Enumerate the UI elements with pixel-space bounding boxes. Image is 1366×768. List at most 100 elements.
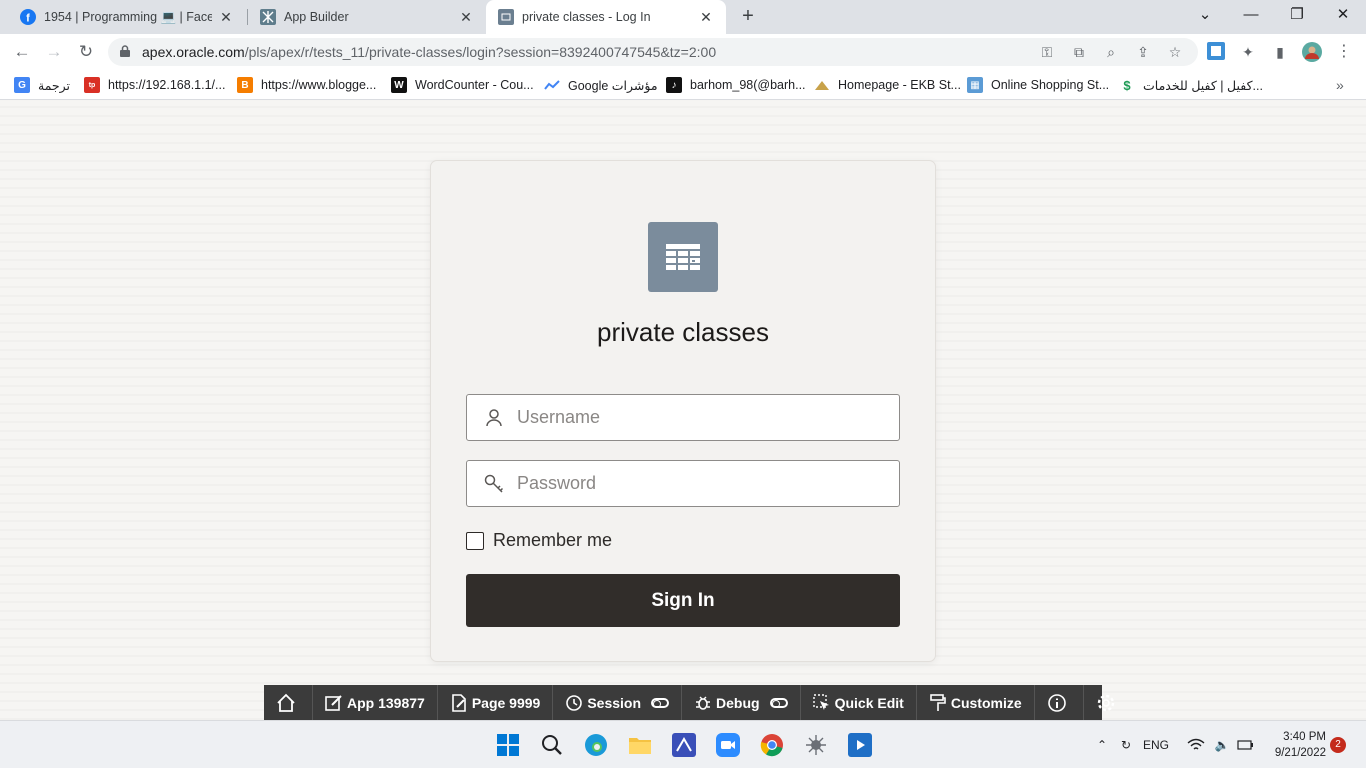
key-icon xyxy=(484,474,504,493)
blogger-icon: B xyxy=(237,77,253,93)
language-indicator[interactable]: ENG xyxy=(1140,735,1172,755)
sign-in-button[interactable]: Sign In xyxy=(466,574,900,627)
key-icon[interactable]: ⚿ xyxy=(1038,43,1056,61)
url-path: /pls/apex/r/tests_11/private-classes/log… xyxy=(244,44,717,60)
snipping-tool-icon[interactable] xyxy=(802,731,830,759)
new-tab-plus-icon[interactable]: + xyxy=(736,4,760,28)
quick-edit-cursor-icon xyxy=(812,693,829,710)
session-icon xyxy=(566,694,583,711)
info-button[interactable] xyxy=(1035,685,1084,720)
tab-title: 1954 | Programming 💻 | Facebook xyxy=(44,9,212,24)
bookmark-ekb[interactable]: Homepage - EKB St... xyxy=(814,76,961,94)
bookmark-router[interactable]: tp https://192.168.1.1/... xyxy=(84,76,225,94)
close-tab-icon[interactable]: ✕ xyxy=(458,9,474,26)
zoom-icon[interactable]: ⌕ xyxy=(1102,43,1120,61)
bookmark-label: Google مؤشرات xyxy=(568,78,658,93)
back-arrow-icon[interactable]: ← xyxy=(10,40,34,64)
browser-tab-strip: f 1954 | Programming 💻 | Facebook ✕ App … xyxy=(0,0,1366,34)
bookmark-label: Homepage - EKB St... xyxy=(838,78,961,92)
bookmark-label: Online Shopping St... xyxy=(991,78,1110,92)
share-icon[interactable]: ⇪ xyxy=(1134,43,1152,61)
bookmark-label: ترجمة xyxy=(38,78,71,93)
bookmark-label: كفيل | كفيل للخدمات... xyxy=(1143,78,1263,93)
bookmark-translate[interactable]: G ترجمة xyxy=(14,76,70,94)
bookmark-tiktok[interactable]: ♪ barhom_98(@barh... xyxy=(666,76,806,94)
tray-overflow-chevron-icon[interactable]: ⌃ xyxy=(1094,735,1110,755)
tab-facebook[interactable]: f 1954 | Programming 💻 | Facebook ✕ xyxy=(8,0,246,34)
user-icon xyxy=(486,409,502,427)
page-button[interactable]: Page 9999 xyxy=(438,685,554,720)
username-field[interactable] xyxy=(466,394,900,441)
app-button[interactable]: App 139877 xyxy=(313,685,438,720)
remember-me[interactable]: Remember me xyxy=(466,530,612,551)
session-toggle[interactable] xyxy=(651,697,670,708)
tab-title: private classes - Log In xyxy=(522,10,651,24)
search-icon[interactable] xyxy=(538,731,566,759)
url-host: apex.oracle.com xyxy=(142,44,245,60)
extensions-puzzle-icon[interactable]: ✦ xyxy=(1238,42,1258,62)
profile-avatar[interactable] xyxy=(1302,42,1322,62)
close-tab-icon[interactable]: ✕ xyxy=(698,9,714,26)
open-external-icon[interactable]: ⧉ xyxy=(1070,43,1088,61)
media-player-icon[interactable] xyxy=(846,731,874,759)
settings-button[interactable] xyxy=(1084,685,1132,720)
more-menu-icon[interactable]: ⋮ xyxy=(1334,42,1354,62)
tab-private-classes[interactable]: private classes - Log In ✕ xyxy=(486,0,726,34)
volume-icon[interactable]: 🔈 xyxy=(1212,735,1232,755)
tab-app-builder[interactable]: App Builder ✕ xyxy=(248,0,486,34)
reload-icon[interactable]: ↻ xyxy=(74,40,98,64)
facebook-icon: f xyxy=(20,9,36,25)
battery-icon[interactable] xyxy=(1236,735,1256,755)
session-button[interactable]: Session xyxy=(553,685,683,720)
home-button[interactable] xyxy=(264,685,313,720)
visual-studio-app-icon[interactable] xyxy=(670,731,698,759)
debug-toggle[interactable] xyxy=(769,697,788,708)
bookmark-google-trends[interactable]: Google مؤشرات xyxy=(544,76,658,94)
customize-button[interactable]: Customize xyxy=(917,685,1035,720)
app-calendar-icon xyxy=(648,222,718,292)
quick-edit-button[interactable]: Quick Edit xyxy=(801,685,917,720)
system-clock[interactable]: 3:40 PM 9/21/2022 xyxy=(1268,729,1326,761)
gear-icon xyxy=(1097,694,1114,711)
apex-page-icon xyxy=(498,9,514,25)
quick-edit-label: Quick Edit xyxy=(834,694,904,711)
login-card: private classes Remember me Sign In xyxy=(430,160,936,662)
app-title: private classes xyxy=(597,317,769,347)
forward-arrow-icon[interactable]: → xyxy=(42,40,66,64)
clock-time: 3:40 PM xyxy=(1283,731,1326,743)
minimize-icon[interactable]: — xyxy=(1228,0,1274,30)
password-input[interactable] xyxy=(517,461,887,506)
close-window-icon[interactable]: ✕ xyxy=(1320,0,1366,30)
username-input[interactable] xyxy=(517,395,887,440)
shopping-icon: ▦ xyxy=(967,77,983,93)
debug-label: Debug xyxy=(716,694,760,711)
password-field[interactable] xyxy=(466,460,900,507)
restore-icon[interactable]: ❐ xyxy=(1274,0,1320,30)
tab-search-chevron-icon[interactable]: ⌄ xyxy=(1182,0,1228,30)
bookmark-blogger[interactable]: B https://www.blogge... xyxy=(237,76,376,94)
bookmark-wordcounter[interactable]: W WordCounter - Cou... xyxy=(391,76,534,94)
extension-blue-icon[interactable] xyxy=(1206,42,1226,62)
chrome-browser-icon[interactable] xyxy=(758,731,786,759)
file-explorer-icon[interactable] xyxy=(626,731,654,759)
bookmark-shopping[interactable]: ▦ Online Shopping St... xyxy=(967,76,1109,94)
session-label: Session xyxy=(587,694,642,711)
wifi-icon[interactable] xyxy=(1186,735,1206,755)
remember-me-checkbox[interactable] xyxy=(466,531,484,550)
browser-toolbar: ← → ↻ apex.oracle.com/pls/apex/r/tests_1… xyxy=(0,34,1366,70)
lock-icon xyxy=(120,45,130,57)
bookmark-kafeel[interactable]: $ كفيل | كفيل للخدمات... xyxy=(1119,76,1263,94)
close-tab-icon[interactable]: ✕ xyxy=(218,9,234,26)
bookmark-star-icon[interactable]: ☆ xyxy=(1166,43,1184,61)
notification-badge[interactable]: 2 xyxy=(1330,737,1346,753)
remember-me-label: Remember me xyxy=(493,530,613,550)
edge-browser-icon[interactable] xyxy=(582,731,610,759)
address-bar[interactable]: apex.oracle.com/pls/apex/r/tests_11/priv… xyxy=(108,38,1198,66)
update-icon[interactable]: ↻ xyxy=(1116,735,1136,755)
zoom-app-icon[interactable] xyxy=(714,731,742,759)
debug-button[interactable]: Debug xyxy=(682,685,801,720)
windows-start-icon[interactable] xyxy=(494,731,522,759)
customize-label: Customize xyxy=(950,694,1022,711)
bookmarks-overflow-icon[interactable]: » xyxy=(1336,76,1344,94)
side-panel-icon[interactable]: ▮ xyxy=(1270,42,1290,62)
